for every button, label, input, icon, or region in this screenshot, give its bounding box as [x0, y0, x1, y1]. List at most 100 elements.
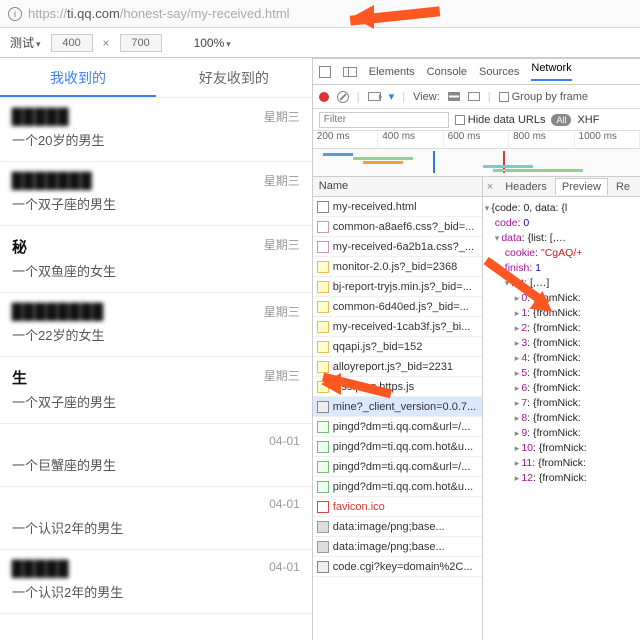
zoom-select[interactable]: 100% — [194, 36, 231, 50]
list-item[interactable]: ▉▉▉▉▉▉▉一个双子座的男生星期三 — [0, 162, 312, 226]
file-icon — [317, 321, 329, 333]
hide-data-urls[interactable]: Hide data URLs — [455, 114, 546, 126]
file-icon — [317, 221, 329, 233]
list-item[interactable]: ▉▉▉▉▉▉▉▉一个22岁的女生星期三 — [0, 293, 312, 357]
devtools-tabbar: Elements Console Sources Network — [313, 59, 640, 85]
device-select[interactable]: 测试 — [10, 34, 41, 51]
waterfall-overview[interactable] — [313, 149, 640, 177]
devtools-panel: Elements Console Sources Network | ▾ | V… — [313, 58, 640, 640]
network-row[interactable]: pingd?dm=ti.qq.com.hot&u... — [313, 477, 482, 497]
tab-elements[interactable]: Elements — [369, 66, 415, 78]
json-list-item[interactable]: 8: {fromNick: — [485, 411, 638, 426]
json-root[interactable]: {code: 0, data: {l — [485, 201, 638, 216]
list-item[interactable]: 一个巨蟹座的男生04-01 — [0, 424, 312, 487]
network-row[interactable]: data:image/png;base... — [313, 537, 482, 557]
json-list-item[interactable]: 12: {fromNick: — [485, 471, 638, 486]
device-toggle-icon[interactable] — [343, 67, 357, 77]
tab-preview[interactable]: Preview — [555, 178, 608, 195]
tab-mine[interactable]: 我收到的 — [0, 58, 156, 97]
network-row[interactable]: data:image/png;base... — [313, 517, 482, 537]
file-icon — [317, 441, 329, 453]
list-item[interactable]: 生一个双子座的男生星期三 — [0, 357, 312, 424]
tab-headers[interactable]: Headers — [499, 179, 553, 195]
json-list-item[interactable]: 7: {fromNick: — [485, 396, 638, 411]
list-item[interactable]: 秘一个双鱼座的女生星期三 — [0, 226, 312, 293]
json-list-item[interactable]: 0: {fromNick: — [485, 291, 638, 306]
detail-tabs: × Headers Preview Re — [483, 177, 640, 197]
network-row[interactable]: tcss.ping.https.js — [313, 377, 482, 397]
app-tabs: 我收到的 好友收到的 — [0, 58, 312, 98]
json-list-item[interactable]: 9: {fromNick: — [485, 426, 638, 441]
file-icon — [317, 461, 329, 473]
width-input[interactable]: 400 — [51, 34, 93, 52]
list-item[interactable]: ▉▉▉▉▉一个认识2年的男生04-01 — [0, 550, 312, 614]
network-row[interactable]: pingd?dm=ti.qq.com.hot&u... — [313, 437, 482, 457]
tab-friends[interactable]: 好友收到的 — [156, 58, 312, 97]
filter-all[interactable]: All — [551, 114, 571, 126]
site-info-icon[interactable]: i — [8, 7, 22, 21]
tab-network[interactable]: Network — [531, 62, 571, 81]
network-row[interactable]: favicon.ico — [313, 497, 482, 517]
network-row[interactable]: bj-report-tryjs.min.js?_bid=... — [313, 277, 482, 297]
file-icon — [317, 201, 329, 213]
file-icon — [317, 401, 329, 413]
network-row[interactable]: mine?_client_version=0.0.7... — [313, 397, 482, 417]
tab-sources[interactable]: Sources — [479, 66, 519, 78]
json-list-item[interactable]: 1: {fromNick: — [485, 306, 638, 321]
network-toolbar: | ▾ | View: | Group by frame — [313, 85, 640, 109]
height-input[interactable]: 700 — [120, 34, 162, 52]
network-row[interactable]: common-a8aef6.css?_bid=... — [313, 217, 482, 237]
received-list[interactable]: ▉▉▉▉▉一个20岁的男生星期三▉▉▉▉▉▉▉一个双子座的男生星期三秘一个双鱼座… — [0, 98, 312, 614]
filter-icon[interactable]: ▾ — [389, 90, 395, 103]
json-list-item[interactable]: 2: {fromNick: — [485, 321, 638, 336]
record-button[interactable] — [319, 92, 329, 102]
name-column-header[interactable]: Name — [313, 177, 482, 197]
view-label: View: — [413, 91, 440, 103]
tab-response[interactable]: Re — [610, 179, 636, 195]
file-icon — [317, 561, 329, 573]
list-item[interactable]: ▉▉▉▉▉一个20岁的男生星期三 — [0, 98, 312, 162]
network-row[interactable]: qqapi.js?_bid=152 — [313, 337, 482, 357]
json-list-item[interactable]: 3: {fromNick: — [485, 336, 638, 351]
dim-sep: × — [103, 36, 110, 50]
filter-xhr[interactable]: XHF — [577, 114, 599, 126]
network-row[interactable]: pingd?dm=ti.qq.com&url=/... — [313, 457, 482, 477]
network-row[interactable]: code.cgi?key=domain%2C... — [313, 557, 482, 577]
file-icon — [317, 481, 329, 493]
app-viewport: 我收到的 好友收到的 ▉▉▉▉▉一个20岁的男生星期三▉▉▉▉▉▉▉一个双子座的… — [0, 58, 313, 640]
group-by-frame[interactable]: Group by frame — [499, 91, 588, 103]
network-row[interactable]: my-received-1cab3f.js?_bi... — [313, 317, 482, 337]
network-row[interactable]: pingd?dm=ti.qq.com&url=/... — [313, 417, 482, 437]
network-row[interactable]: alloyreport.js?_bid=2231 — [313, 357, 482, 377]
file-icon — [317, 541, 329, 553]
timeline-header: 200 ms 400 ms 600 ms 800 ms 1000 ms — [313, 131, 640, 149]
filter-input[interactable] — [319, 112, 449, 128]
tab-console[interactable]: Console — [427, 66, 467, 78]
json-list-item[interactable]: 11: {fromNick: — [485, 456, 638, 471]
file-icon — [317, 501, 329, 513]
network-row[interactable]: my-received.html — [313, 197, 482, 217]
json-list-item[interactable]: 4: {fromNick: — [485, 351, 638, 366]
inspect-icon[interactable] — [319, 66, 331, 78]
close-detail-icon[interactable]: × — [487, 181, 493, 193]
device-toolbar: 测试 400 × 700 100% — [0, 28, 640, 58]
json-list-item[interactable]: 10: {fromNick: — [485, 441, 638, 456]
clear-button[interactable] — [337, 91, 349, 103]
view-small-icon[interactable] — [468, 92, 480, 101]
network-row[interactable]: my-received-6a2b1a.css?_... — [313, 237, 482, 257]
json-preview[interactable]: {code: 0, data: {l code: 0 data: {list: … — [483, 197, 640, 490]
file-icon — [317, 341, 329, 353]
url-text: https://ti.qq.com/honest-say/my-received… — [28, 6, 290, 21]
file-icon — [317, 261, 329, 273]
view-large-icon[interactable] — [448, 92, 460, 101]
file-icon — [317, 381, 329, 393]
network-detail-panel: × Headers Preview Re {code: 0, data: {l … — [483, 177, 640, 640]
json-list-item[interactable]: 6: {fromNick: — [485, 381, 638, 396]
network-row[interactable]: common-6d40ed.js?_bid=... — [313, 297, 482, 317]
address-bar[interactable]: i https://ti.qq.com/honest-say/my-receiv… — [0, 0, 640, 28]
network-row[interactable]: monitor-2.0.js?_bid=2368 — [313, 257, 482, 277]
list-item[interactable]: 一个认识2年的男生04-01 — [0, 487, 312, 550]
json-list-item[interactable]: 5: {fromNick: — [485, 366, 638, 381]
network-request-list[interactable]: Name my-received.htmlcommon-a8aef6.css?_… — [313, 177, 483, 640]
screenshot-icon[interactable] — [368, 92, 381, 101]
